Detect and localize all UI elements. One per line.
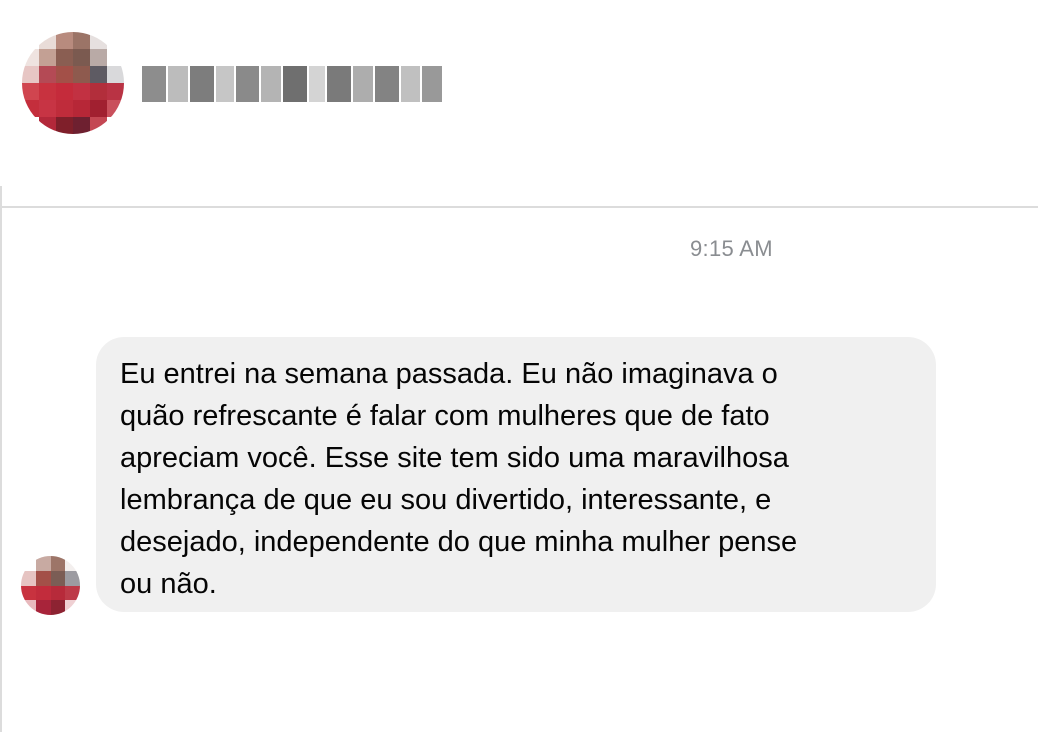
contact-avatar[interactable] (22, 32, 124, 134)
chat-header (0, 0, 1038, 200)
header-divider (0, 206, 1038, 208)
contact-name-blurred[interactable] (142, 66, 442, 102)
message-timestamp: 9:15 AM (690, 236, 773, 261)
message-text: Eu entrei na semana passada. Eu não imag… (120, 358, 798, 600)
sender-avatar[interactable] (21, 556, 80, 615)
message-bubble[interactable]: Eu entrei na semana passada. Eu não imag… (96, 337, 936, 612)
panel-left-border (0, 186, 2, 732)
